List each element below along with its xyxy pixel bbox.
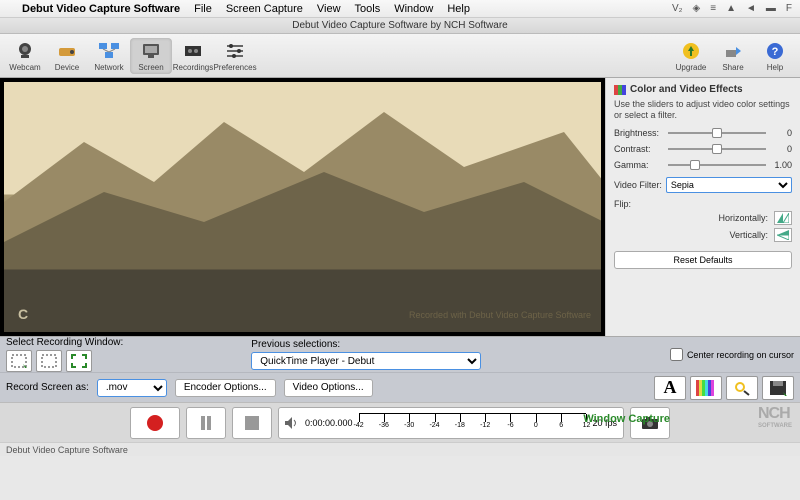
menu-screen-capture[interactable]: Screen Capture (226, 3, 303, 15)
pause-button[interactable] (186, 407, 226, 439)
selection-band: Select Recording Window: Previous select… (0, 336, 800, 372)
gamma-slider[interactable] (668, 159, 766, 171)
menu-help[interactable]: Help (447, 3, 470, 15)
help-icon: ? (764, 40, 786, 62)
toolbar-device[interactable]: Device (46, 38, 88, 74)
webcam-icon (14, 40, 36, 62)
color-bars-button[interactable] (690, 376, 722, 400)
f-icon: F (786, 3, 792, 14)
save-disk-button[interactable] (762, 376, 794, 400)
menubar-right: V₂ ◈ ≡ ▲ ◄ ▬ F (672, 3, 792, 14)
contrast-slider[interactable] (668, 143, 766, 155)
network-icon (98, 40, 120, 62)
gamma-label: Gamma: (614, 160, 664, 170)
timeline-time: 0:00:00.000 (305, 418, 353, 428)
upgrade-icon (680, 40, 702, 62)
share-icon (722, 40, 744, 62)
toolbar-network[interactable]: Network (88, 38, 130, 74)
flip-label: Flip: (614, 199, 792, 209)
select-window-label: Select Recording Window: (6, 337, 123, 348)
flag-icon: ▬ (766, 3, 776, 14)
stop-button[interactable] (232, 407, 272, 439)
select-fullscreen-button[interactable] (66, 350, 92, 372)
recordings-icon (182, 40, 204, 62)
video-filter-select[interactable]: Sepia (666, 177, 792, 193)
device-icon (56, 40, 78, 62)
menubar-app-name[interactable]: Debut Video Capture Software (22, 3, 180, 15)
mac-menubar: Debut Video Capture Software File Screen… (0, 0, 800, 18)
text-overlay-button[interactable]: A (654, 376, 686, 400)
speaker-icon[interactable] (285, 417, 299, 429)
svg-text:?: ? (772, 46, 779, 58)
center-on-cursor-checkbox[interactable]: Center recording on cursor (670, 348, 794, 361)
preferences-icon (224, 40, 246, 62)
preview-corner-c: C (18, 306, 28, 322)
flip-horizontal-button[interactable] (774, 211, 792, 225)
flip-vertical-button[interactable] (774, 228, 792, 242)
menu-tools[interactable]: Tools (355, 3, 381, 15)
screen-icon (140, 40, 162, 62)
format-select[interactable]: .mov (97, 379, 167, 397)
contrast-value: 0 (770, 144, 792, 154)
vnc-icon: V₂ (672, 3, 683, 14)
nch-logo: NCHSOFTWARE (758, 405, 792, 429)
wifi-icon: ◈ (693, 3, 701, 14)
select-window-button-2[interactable] (36, 350, 62, 372)
brightness-value: 0 (770, 128, 792, 138)
record-button[interactable] (130, 407, 180, 439)
toolbar-preferences[interactable]: Preferences (214, 38, 256, 74)
select-window-button-1[interactable] (6, 350, 32, 372)
effects-header: Color and Video Effects (630, 84, 743, 95)
previous-selections-label: Previous selections: (251, 339, 481, 350)
gamma-value: 1.00 (770, 160, 792, 170)
previous-selections-select[interactable]: QuickTime Player - Debut (251, 352, 481, 370)
magnify-button[interactable] (726, 376, 758, 400)
timeline-ruler[interactable]: -42-36-30-24-18-12-60612 (359, 413, 587, 433)
toolbar-upgrade[interactable]: Upgrade (670, 38, 712, 74)
menu-file[interactable]: File (194, 3, 212, 15)
brightness-slider[interactable] (668, 127, 766, 139)
record-as-label: Record Screen as: (6, 382, 89, 393)
format-band: Record Screen as: .mov Encoder Options..… (0, 372, 800, 402)
video-options-button[interactable]: Video Options... (284, 379, 373, 397)
bars-icon: ≡ (710, 3, 716, 14)
toolbar-webcam[interactable]: Webcam (4, 38, 46, 74)
video-preview: Recorded with Debut Video Capture Softwa… (0, 78, 605, 336)
toolbar-screen[interactable]: Screen (130, 38, 172, 74)
video-filter-label: Video Filter: (614, 180, 662, 190)
effects-icon (614, 85, 626, 95)
flip-vertical-label: Vertically: (729, 230, 768, 240)
flip-horizontal-label: Horizontally: (718, 213, 768, 223)
timeline: 0:00:00.000 -42-36-30-24-18-12-60612 20 … (278, 407, 624, 439)
toolbar-help[interactable]: ? Help (754, 38, 796, 74)
toolbar-share[interactable]: Share (712, 38, 754, 74)
battery-icon: ▲ (726, 3, 736, 14)
toolbar-recordings[interactable]: Recordings (172, 38, 214, 74)
watermark-text: Recorded with Debut Video Capture Softwa… (409, 310, 591, 320)
menu-window[interactable]: Window (394, 3, 433, 15)
effects-desc: Use the sliders to adjust video color se… (614, 99, 792, 121)
volume-icon: ◄ (746, 3, 756, 14)
reset-defaults-button[interactable]: Reset Defaults (614, 251, 792, 269)
toolbar: Webcam Device Network Screen Recordings … (0, 34, 800, 78)
capture-mode-label: Window Capture (583, 413, 670, 425)
transport-band: 0:00:00.000 -42-36-30-24-18-12-60612 20 … (0, 402, 800, 442)
brightness-label: Brightness: (614, 128, 664, 138)
contrast-label: Contrast: (614, 144, 664, 154)
encoder-options-button[interactable]: Encoder Options... (175, 379, 276, 397)
menu-view[interactable]: View (317, 3, 341, 15)
status-bar: Debut Video Capture Software (0, 442, 800, 456)
window-title: Debut Video Capture Software by NCH Soft… (0, 18, 800, 34)
effects-panel: Color and Video Effects Use the sliders … (605, 78, 800, 336)
